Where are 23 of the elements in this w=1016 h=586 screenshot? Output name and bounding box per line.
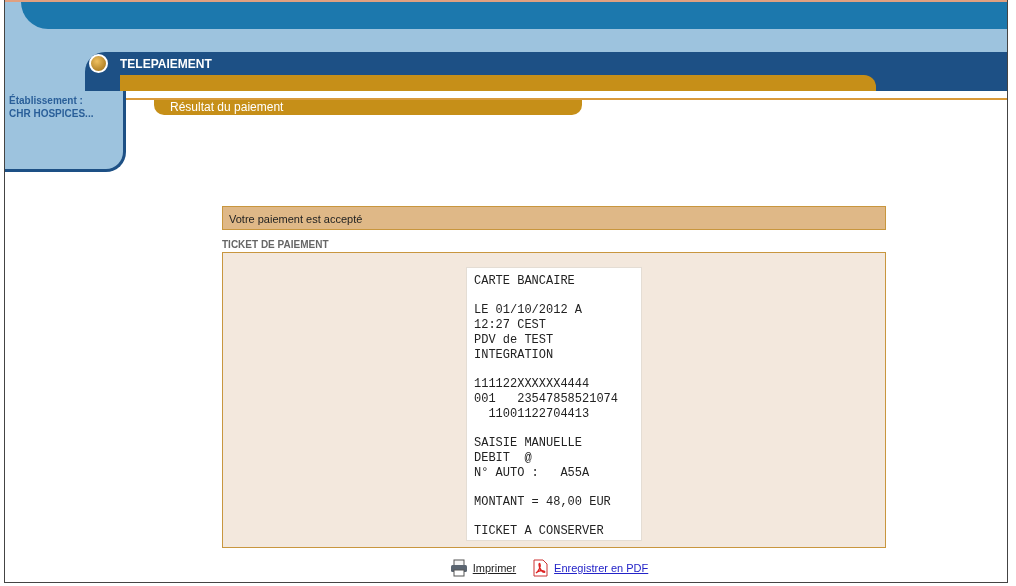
receipt-line: INTEGRATION [474, 348, 555, 363]
receipt-line: 001 23547858521074 [474, 392, 620, 407]
receipt-line: SAISIE MANUELLE [474, 436, 584, 451]
establishment-label: Établissement : [9, 94, 83, 107]
receipt-line: MONTANT = 48,00 EUR [474, 495, 612, 510]
receipt-line: CARTE BANCAIRE [474, 274, 576, 289]
receipt-line: 11001122704413 [487, 407, 591, 422]
circle-icon [89, 54, 108, 73]
action-link[interactable]: Enregistrer en PDF [554, 562, 649, 574]
status-message: Votre paiement est accepté [222, 206, 886, 230]
establishment-name: CHR HOSPICES... [9, 107, 94, 120]
receipt-line: 12:27 CEST [474, 318, 547, 333]
receipt-line: LE 01/10/2012 A [474, 303, 584, 318]
pdf-icon[interactable] [531, 559, 550, 577]
page-title: TELEPAIEMENT [120, 56, 212, 71]
action-link[interactable]: Imprimer [472, 562, 517, 574]
receipt-line: TICKET A CONSERVER [474, 524, 605, 539]
receipt-line: DEBIT @ [474, 451, 533, 466]
printer-icon[interactable] [449, 559, 468, 577]
ticket-heading: TICKET DE PAIEMENT [222, 238, 330, 252]
receipt-line: PDV de TEST [474, 333, 555, 348]
receipt-line: 111122XXXXXX4444 [474, 377, 591, 392]
receipt-line: N° AUTO : A55A [474, 466, 591, 481]
